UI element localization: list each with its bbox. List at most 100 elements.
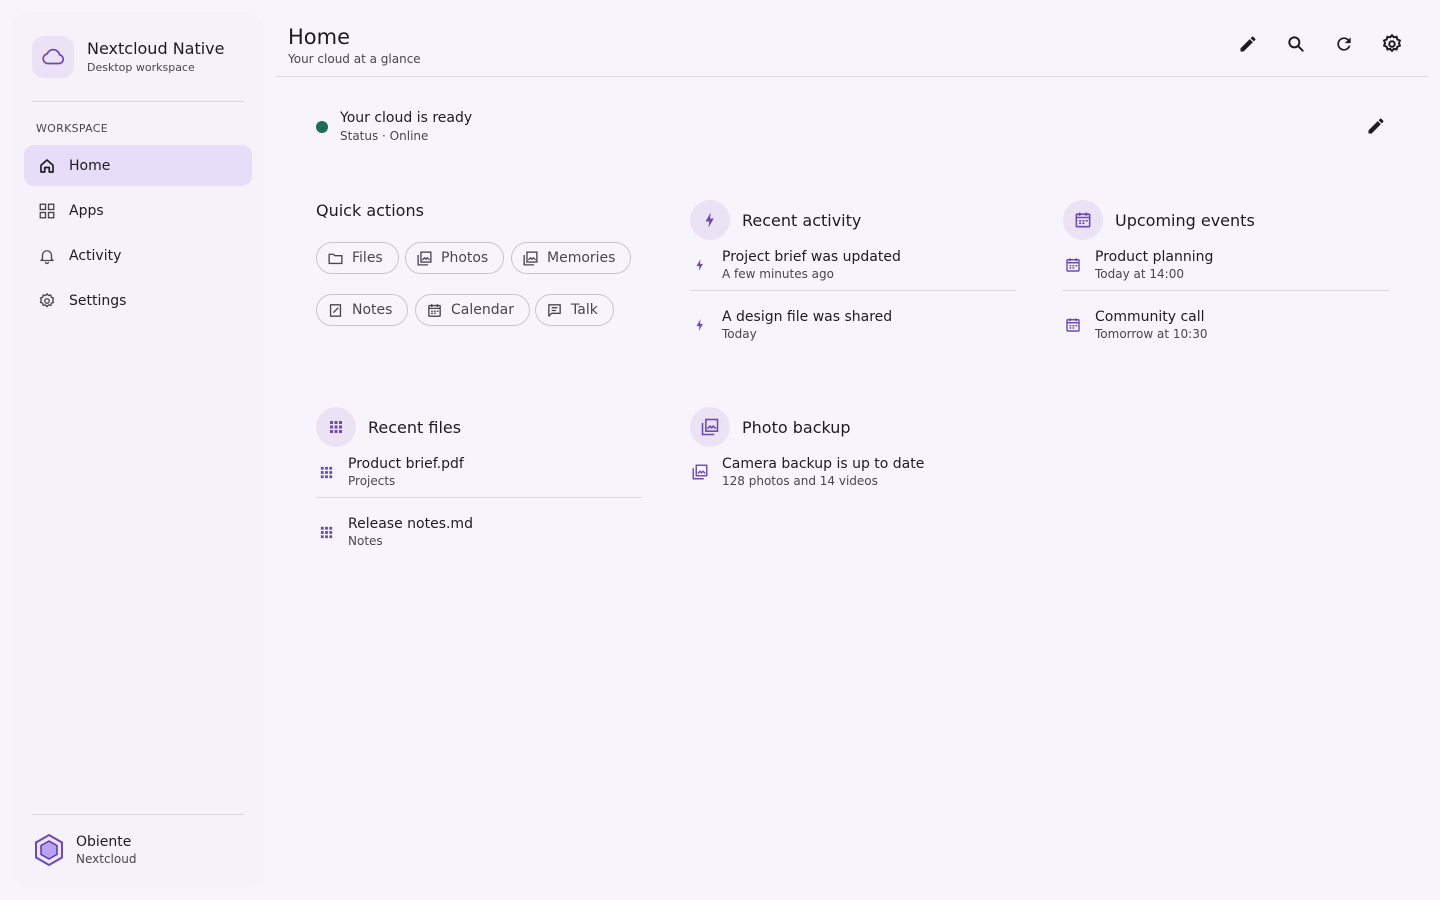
page-subtitle: Your cloud at a glance bbox=[288, 52, 421, 66]
search-button[interactable] bbox=[1280, 28, 1312, 60]
sidebar-item-label: Apps bbox=[69, 202, 104, 219]
list-item[interactable]: Project brief was updated A few minutes … bbox=[690, 240, 1016, 290]
quick-actions-title: Quick actions bbox=[316, 201, 424, 220]
item-subtitle: 128 photos and 14 videos bbox=[722, 474, 878, 488]
folder-icon bbox=[326, 249, 344, 267]
chip-label: Notes bbox=[352, 302, 393, 318]
sidebar: Nextcloud Native Desktop workspace WORKS… bbox=[12, 12, 264, 888]
cloud-icon bbox=[32, 36, 74, 78]
item-title: Community call bbox=[1095, 309, 1205, 325]
item-subtitle: Today bbox=[722, 327, 757, 341]
item-subtitle: A few minutes ago bbox=[722, 267, 834, 281]
item-title: Release notes.md bbox=[348, 516, 473, 532]
brand-title: Nextcloud Native bbox=[87, 38, 225, 58]
settings-icon bbox=[1381, 33, 1403, 55]
chip-label: Files bbox=[352, 250, 383, 266]
calendar-icon bbox=[1063, 200, 1103, 240]
item-subtitle: Projects bbox=[348, 474, 396, 488]
note-icon bbox=[326, 301, 344, 319]
list-item[interactable]: Product planning Today at 14:00 bbox=[1063, 240, 1389, 290]
user-name: Obiente bbox=[76, 834, 132, 850]
edit-button[interactable] bbox=[1232, 28, 1264, 60]
bolt-icon bbox=[690, 255, 710, 275]
refresh-icon bbox=[1334, 34, 1354, 54]
quick-action-talk[interactable]: Talk bbox=[535, 294, 614, 326]
photos-icon bbox=[415, 249, 433, 267]
refresh-button[interactable] bbox=[1328, 28, 1360, 60]
chip-label: Calendar bbox=[451, 302, 514, 318]
card-title: Photo backup bbox=[742, 417, 851, 437]
sidebar-item-label: Activity bbox=[69, 247, 122, 264]
recent-activity-card: Recent activity Project brief was update… bbox=[690, 200, 1016, 359]
section-label: WORKSPACE bbox=[36, 122, 108, 135]
list-item[interactable]: Release notes.md Notes bbox=[316, 498, 642, 566]
edit-layout-button[interactable] bbox=[1360, 110, 1392, 142]
quick-action-notes[interactable]: Notes bbox=[316, 294, 409, 326]
brand-subtitle: Desktop workspace bbox=[87, 60, 195, 74]
recent-files-card: Recent files Product brief.pdf Projects … bbox=[316, 407, 642, 566]
apps-grid-icon bbox=[316, 522, 336, 542]
home-icon bbox=[37, 156, 57, 176]
item-subtitle: Notes bbox=[348, 534, 383, 548]
card-title: Recent files bbox=[368, 417, 462, 437]
sidebar-item-apps[interactable]: Apps bbox=[24, 190, 252, 231]
item-title: Camera backup is up to date bbox=[722, 456, 925, 472]
list-item[interactable]: A design file was shared Today bbox=[690, 291, 1016, 359]
item-title: Product brief.pdf bbox=[348, 456, 464, 472]
quick-action-files[interactable]: Files bbox=[316, 242, 399, 274]
item-title: A design file was shared bbox=[722, 309, 893, 325]
item-title: Project brief was updated bbox=[722, 249, 901, 265]
calendar-icon bbox=[1063, 315, 1083, 335]
bell-icon bbox=[37, 246, 57, 266]
item-subtitle: Today at 14:00 bbox=[1095, 267, 1184, 281]
edit-icon bbox=[1238, 34, 1258, 54]
card-title: Upcoming events bbox=[1115, 210, 1255, 230]
status-dot bbox=[316, 121, 328, 133]
sidebar-divider bbox=[32, 814, 244, 815]
photos-icon bbox=[690, 462, 710, 482]
grid-icon bbox=[37, 201, 57, 221]
calendar-icon bbox=[425, 301, 443, 319]
sidebar-nav: Home Apps Activity Settings bbox=[24, 145, 252, 325]
photos-icon bbox=[521, 249, 539, 267]
header: Home Your cloud at a glance bbox=[276, 0, 1428, 77]
apps-grid-icon bbox=[316, 462, 336, 482]
brand: Nextcloud Native Desktop workspace bbox=[32, 36, 225, 78]
search-icon bbox=[1286, 34, 1306, 54]
card-header: Photo backup bbox=[690, 407, 1016, 447]
sidebar-item-activity[interactable]: Activity bbox=[24, 235, 252, 276]
chip-label: Photos bbox=[441, 250, 489, 266]
calendar-icon bbox=[1063, 255, 1083, 275]
chat-icon bbox=[545, 301, 563, 319]
list-item[interactable]: Product brief.pdf Projects bbox=[316, 447, 642, 497]
user-profile[interactable]: Obiente Nextcloud bbox=[32, 833, 136, 867]
quick-action-memories[interactable]: Memories bbox=[511, 242, 632, 274]
chip-label: Talk bbox=[571, 302, 598, 318]
card-header: Recent activity bbox=[690, 200, 1016, 240]
card-header: Upcoming events bbox=[1063, 200, 1389, 240]
list-item[interactable]: Community call Tomorrow at 10:30 bbox=[1063, 291, 1389, 359]
apps-grid-icon bbox=[316, 407, 356, 447]
edit-icon bbox=[1366, 116, 1386, 136]
gear-icon bbox=[37, 291, 57, 311]
card-title: Recent activity bbox=[742, 210, 862, 230]
bolt-icon bbox=[690, 315, 710, 335]
chip-label: Memories bbox=[547, 250, 616, 266]
quick-action-photos[interactable]: Photos bbox=[405, 242, 505, 274]
sidebar-item-label: Home bbox=[69, 157, 111, 174]
list-item[interactable]: Camera backup is up to date 128 photos a… bbox=[690, 447, 1016, 497]
sidebar-divider bbox=[32, 101, 244, 102]
status-subtitle: Status · Online bbox=[340, 129, 429, 143]
status-title: Your cloud is ready bbox=[340, 110, 473, 126]
photo-backup-card: Photo backup Camera backup is up to date… bbox=[690, 407, 1016, 497]
item-subtitle: Tomorrow at 10:30 bbox=[1095, 327, 1208, 341]
sidebar-item-settings[interactable]: Settings bbox=[24, 280, 252, 321]
sidebar-item-label: Settings bbox=[69, 292, 127, 309]
item-title: Product planning bbox=[1095, 249, 1214, 265]
sidebar-item-home[interactable]: Home bbox=[24, 145, 252, 186]
page-title: Home bbox=[288, 25, 351, 49]
hexagon-avatar-icon bbox=[32, 833, 66, 867]
quick-action-calendar[interactable]: Calendar bbox=[415, 294, 530, 326]
upcoming-events-card: Upcoming events Product planning Today a… bbox=[1063, 200, 1389, 359]
settings-button[interactable] bbox=[1376, 28, 1408, 60]
